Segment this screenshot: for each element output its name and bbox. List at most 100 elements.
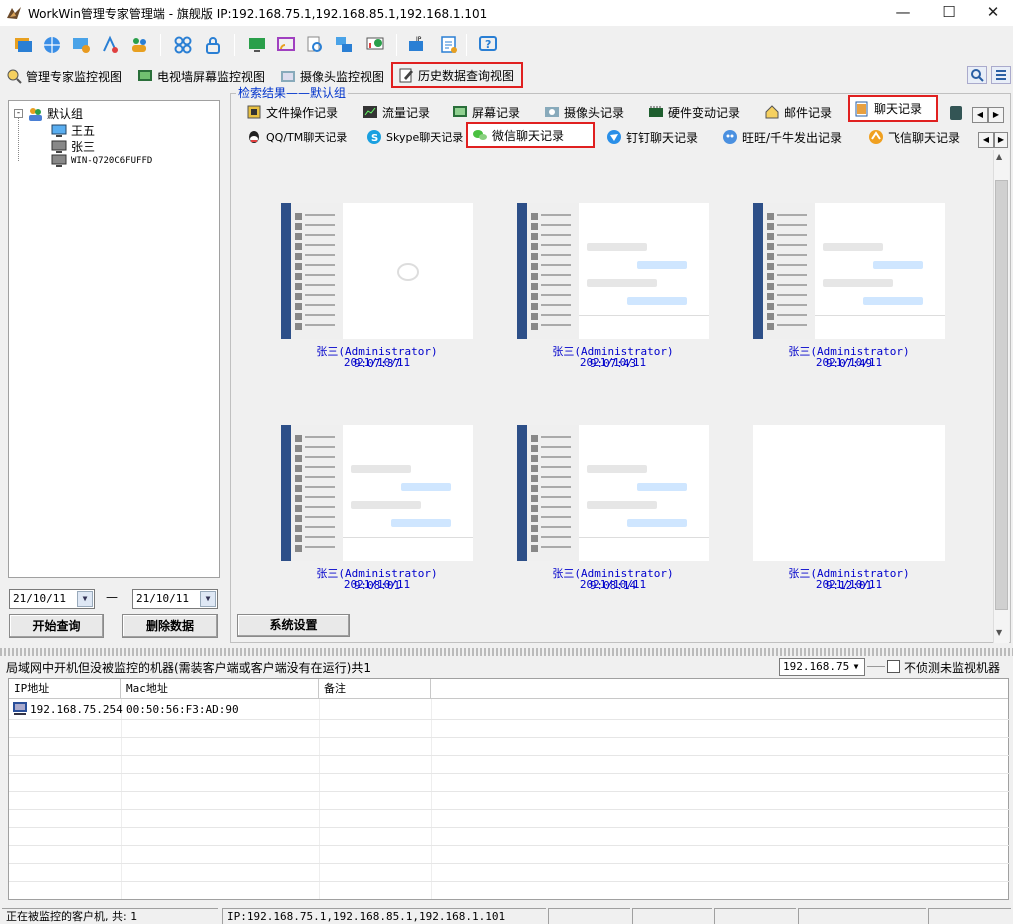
svg-text:S: S — [371, 133, 378, 144]
column-header-mac[interactable]: Mac地址 — [121, 679, 319, 699]
network-alert-icon[interactable] — [97, 32, 123, 58]
lock-icon[interactable] — [200, 32, 226, 58]
tab-chat[interactable]: 聊天记录 — [848, 95, 938, 122]
traffic-icon — [363, 106, 377, 118]
chat-screenshot-thumbnail[interactable] — [753, 425, 945, 561]
unmonitored-caption: 局域网中开机但没被监控的机器(需装客户端或客户端没有在运行)共1 — [6, 661, 372, 675]
minimize-button[interactable]: — — [880, 0, 926, 26]
column-header-note[interactable]: 备注 — [319, 679, 431, 699]
column-header-ip[interactable]: IP地址 — [9, 679, 121, 699]
file-icon — [247, 105, 261, 119]
scroll-down-icon[interactable]: ▼ — [996, 628, 1002, 637]
search-icon — [971, 69, 984, 82]
grid-icon[interactable] — [170, 32, 196, 58]
scroll-up-icon[interactable]: ▲ — [996, 152, 1002, 161]
tab-fetion-chat[interactable]: 飞信聊天记录 — [864, 126, 964, 148]
tab-scroll-right[interactable]: ▶ — [988, 107, 1004, 123]
chat-screenshot-thumbnail[interactable] — [517, 203, 709, 339]
search-button[interactable] — [967, 66, 987, 84]
tab-scroll-left[interactable]: ◀ — [972, 107, 988, 123]
panel-splitter[interactable] — [0, 648, 1013, 656]
subnet-select[interactable]: 192.168.75 ▼ — [779, 658, 865, 676]
tab-wangwang-chat[interactable]: 旺旺/千牛发出记录 — [718, 126, 846, 148]
tab-skype-chat[interactable]: S Skype聊天记录 — [362, 126, 467, 148]
tab-dingtalk-chat[interactable]: 钉钉聊天记录 — [602, 126, 702, 148]
gallery-scrollbar[interactable]: ▲ ▼ — [993, 150, 1009, 643]
computer-icon — [51, 140, 67, 153]
hardware-icon — [649, 106, 663, 117]
log-alert-icon[interactable] — [436, 32, 462, 58]
table-row[interactable]: 192.168.75.254 00:50:56:F3:AD:90 — [9, 699, 1008, 719]
tab-email[interactable]: 邮件记录 — [760, 101, 836, 123]
svg-text:IP: IP — [416, 36, 422, 43]
thumbnail-gallery: 张三(Administrator) 2021/10/11 9:07:37 张三(Ad… — [232, 150, 992, 602]
results-caption: 检索结果——默认组 — [236, 84, 349, 101]
computer-icon — [51, 124, 67, 137]
close-button[interactable]: ✕ — [970, 0, 1013, 26]
search-query-button[interactable]: 开始查询 — [9, 614, 104, 638]
remote-screen-icon[interactable] — [244, 32, 270, 58]
history-edit-icon — [399, 68, 413, 83]
tree-node-win-pc[interactable]: WIN-Q720C6FUFFD — [51, 154, 152, 168]
tab-qq-chat[interactable]: QQ/TM聊天记录 — [242, 126, 351, 148]
status-cell — [928, 908, 1011, 924]
dingtalk-icon — [607, 130, 621, 144]
chat-tabs: QQ/TM聊天记录 S Skype聊天记录 微信聊天记录 钉钉聊天记录 旺旺/千… — [238, 122, 1008, 149]
tab-history-view[interactable]: 历史数据查询视图 — [391, 62, 523, 88]
system-settings-button[interactable]: 系统设置 — [237, 614, 350, 637]
chat-screenshot-thumbnail[interactable] — [281, 203, 473, 339]
thumbnail-time-label: 9:07:37 — [353, 357, 401, 370]
chat-screenshot-thumbnail[interactable] — [281, 425, 473, 561]
ip-settings-icon[interactable]: IP — [404, 32, 430, 58]
list-view-button[interactable] — [991, 66, 1011, 84]
start-date-picker[interactable]: 21/10/11 ▼ — [9, 589, 95, 609]
tab-hardware[interactable]: 硬件变动记录 — [644, 101, 744, 123]
search-doc-icon[interactable] — [302, 32, 328, 58]
end-date-picker[interactable]: 21/10/11 ▼ — [132, 589, 218, 609]
chat-tab-scroll-left[interactable]: ◀ — [978, 132, 994, 148]
tab-camera[interactable]: 摄像头记录 — [540, 101, 628, 123]
multi-screen-icon[interactable] — [331, 32, 357, 58]
network-pc-icon — [13, 702, 27, 715]
group-tree: - 默认组 王五 张三 WIN-Q720C6FUFFD — [8, 100, 220, 578]
delete-data-button[interactable]: 删除数据 — [122, 614, 218, 638]
status-ip: IP:192.168.75.1,192.168.85.1,192.168.1.1… — [222, 908, 546, 924]
skype-icon: S — [367, 130, 381, 144]
globe-icon[interactable] — [39, 32, 65, 58]
chat-screenshot-thumbnail[interactable] — [753, 203, 945, 339]
app-logo-icon — [7, 7, 21, 19]
tab-manager-view[interactable]: 管理专家监控视图 — [6, 65, 122, 87]
chevron-down-icon[interactable]: ▼ — [200, 591, 216, 607]
chat-screenshot-thumbnail[interactable] — [517, 425, 709, 561]
column-header-blank — [431, 679, 1008, 699]
row-ip: 192.168.75.254 — [30, 703, 123, 716]
tree-node-zhangsan[interactable]: 张三 — [51, 138, 95, 155]
windows-icon[interactable] — [10, 32, 36, 58]
record-tabs: 文件操作记录 流量记录 屏幕记录 摄像头记录 硬件变动记录 邮件记录 聊天记录 … — [238, 95, 1004, 124]
chat-tab-scroll-right[interactable]: ▶ — [994, 132, 1008, 148]
users-icon[interactable] — [126, 32, 152, 58]
monitor-settings-icon[interactable] — [68, 32, 94, 58]
camera-icon — [545, 107, 559, 117]
help-icon[interactable]: ? — [475, 32, 501, 58]
maximize-button[interactable]: ☐ — [926, 0, 972, 26]
thumbnail-time-label: 9:08:14 — [589, 579, 637, 592]
tab-file-ops[interactable]: 文件操作记录 — [242, 101, 342, 123]
tree-node-wangwu[interactable]: 王五 — [51, 122, 95, 139]
tab-screen[interactable]: 屏幕记录 — [448, 101, 524, 123]
tab-traffic[interactable]: 流量记录 — [358, 101, 434, 123]
tab-wechat-chat[interactable]: 微信聊天记录 — [466, 122, 595, 148]
thumbnail-time-label: 9:07:43 — [589, 357, 637, 370]
chevron-down-icon[interactable]: ▼ — [849, 660, 863, 674]
broadcast-icon[interactable] — [273, 32, 299, 58]
qq-icon — [249, 131, 259, 143]
chevron-down-icon[interactable]: ▼ — [77, 591, 93, 607]
tv-wall-icon — [138, 70, 152, 81]
title-bar: WorkWin管理专家管理端 - 旗舰版 IP:192.168.75.1,192… — [0, 0, 1013, 26]
scroll-thumb[interactable] — [995, 180, 1008, 610]
tree-root[interactable]: - 默认组 — [14, 105, 83, 122]
no-detect-checkbox[interactable] — [887, 660, 900, 673]
stats-monitor-icon[interactable] — [362, 32, 388, 58]
window-title: WorkWin管理专家管理端 - 旗舰版 IP:192.168.75.1,192… — [28, 7, 488, 21]
more-tab-icon[interactable] — [950, 106, 962, 120]
